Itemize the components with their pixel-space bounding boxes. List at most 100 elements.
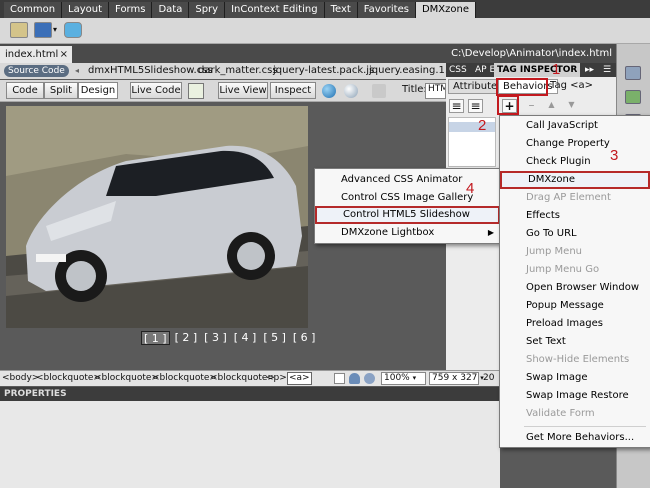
related-file[interactable]: jquery-latest.pack.js (273, 63, 374, 79)
menu-item-set-text[interactable]: Set Text (500, 333, 650, 351)
tag-selector-blockquote[interactable]: <blockquote> (36, 371, 101, 386)
tag-selector-body[interactable]: <body> (2, 371, 39, 386)
live-code-button[interactable]: Live Code (130, 82, 182, 99)
inspect-button[interactable]: Inspect (270, 82, 316, 99)
insert-tab-layout[interactable]: Layout (62, 2, 110, 18)
insert-tab-favorites[interactable]: Favorites (357, 2, 416, 18)
title-input[interactable]: HTML (425, 83, 446, 99)
behaviors-menu: Call JavaScript Change Property Check Pl… (499, 115, 650, 448)
pager-item[interactable]: [ 2 ] (173, 331, 200, 345)
insert-tab-spry[interactable]: Spry (189, 2, 226, 18)
annotation-box-add-button (497, 95, 519, 115)
menu-item-preload-images[interactable]: Preload Images (500, 315, 650, 333)
panel-icon[interactable] (625, 90, 641, 104)
preview-browser-icon[interactable] (322, 84, 336, 98)
menu-item-effects[interactable]: Effects (500, 207, 650, 225)
refresh-icon[interactable] (344, 84, 358, 98)
properties-header[interactable]: PROPERTIES (0, 387, 500, 401)
tag-selector-a[interactable]: <a> (287, 372, 312, 385)
insert-bar: ▾ (0, 18, 650, 44)
dropdown-arrow-icon[interactable]: ▾ (53, 25, 57, 34)
annotation-box-behaviors (496, 78, 548, 96)
menu-item-open-browser-window[interactable]: Open Browser Window (500, 279, 650, 297)
panel-menu-icon[interactable]: ☰ (600, 63, 614, 77)
insert-tab-dmxzone[interactable]: DMXzone (415, 2, 477, 18)
show-set-events-icon[interactable]: ≡ (449, 99, 464, 113)
related-file[interactable]: dark_matter.css (198, 63, 278, 79)
tag-selector-blockquote[interactable]: <blockquote> (94, 371, 159, 386)
tag-selector-p[interactable]: <p> (266, 371, 287, 386)
panel-icon[interactable] (625, 66, 641, 80)
tab-tag-inspector[interactable]: TAG INSPECTOR (494, 63, 581, 77)
document-tab-index[interactable]: index.html × (0, 46, 72, 63)
menu-item-jump-menu-go: Jump Menu Go (526, 264, 600, 275)
menu-item-popup-message[interactable]: Popup Message (500, 297, 650, 315)
document-tab-bar: index.html × (0, 44, 446, 63)
pager-item[interactable]: [ 4 ] (232, 331, 259, 345)
pager-item[interactable]: [ 5 ] (261, 331, 288, 345)
menu-item-control-html5-slideshow[interactable]: Control HTML5 Slideshow (315, 206, 500, 224)
insert-tab-incontext-editing[interactable]: InContext Editing (225, 2, 325, 18)
scroll-left-icon[interactable]: ◂ (75, 63, 79, 79)
title-label: Title: (402, 84, 427, 95)
design-view-button[interactable]: Design (78, 82, 118, 99)
pager-item[interactable]: [ 3 ] (202, 331, 229, 345)
behavior-row-selected[interactable] (449, 122, 495, 132)
menu-item-call-javascript[interactable]: Call JavaScript (500, 117, 650, 135)
menu-item-change-property[interactable]: Change Property (500, 135, 650, 153)
show-all-events-icon[interactable]: ≡ (468, 99, 483, 113)
download-size: 20 (483, 373, 495, 383)
visual-aids-icon[interactable] (372, 84, 386, 98)
insert-slideshow-icon[interactable] (34, 22, 52, 38)
check-page-icon[interactable] (188, 83, 204, 99)
annotation-number: 2 (478, 117, 487, 134)
related-file[interactable]: dmxHTML5Slideshow.css (88, 63, 213, 79)
tag-name-label: Tag <a> (550, 80, 593, 91)
move-down-button[interactable]: ▼ (564, 99, 579, 113)
tab-css[interactable]: CSS (446, 63, 470, 77)
split-view-button[interactable]: Split (44, 82, 78, 99)
panel-collapse-icon[interactable]: ▸▸ (582, 63, 597, 77)
menu-item-jump-menu: Jump Menu (526, 246, 583, 257)
menu-item-get-more-behaviors[interactable]: Get More Behaviors... (500, 429, 650, 447)
move-up-button[interactable]: ▲ (544, 99, 559, 113)
insert-animator-icon[interactable] (10, 22, 28, 38)
menu-item-swap-image[interactable]: Swap Image (500, 369, 650, 387)
slideshow-image (6, 106, 308, 328)
pager-item[interactable]: [ 1 ] (141, 331, 170, 345)
menu-separator (524, 426, 646, 427)
window-size-select[interactable]: 759 x 327 ▾ (429, 372, 484, 385)
close-icon[interactable]: × (60, 46, 68, 63)
menu-item-drag-ap-element: Drag AP Element (526, 192, 611, 203)
select-tool-icon[interactable] (334, 373, 345, 384)
zoom-select[interactable]: 100% ▾ (381, 372, 426, 385)
menu-item-swap-image-restore[interactable]: Swap Image Restore (500, 387, 650, 405)
document-toolbar: Code Split Design Live Code Live View In… (0, 80, 446, 102)
pager-item[interactable]: [ 6 ] (291, 331, 318, 345)
slideshow-pager: [ 1 ] [ 2 ] [ 3 ] [ 4 ] [ 5 ] [ 6 ] (141, 331, 317, 345)
insert-tab-forms[interactable]: Forms (109, 2, 153, 18)
tag-selector-blockquote[interactable]: <blockquote> (152, 371, 217, 386)
code-view-button[interactable]: Code (6, 82, 44, 99)
remove-behavior-button[interactable]: – (524, 99, 539, 113)
insert-tab-text[interactable]: Text (324, 2, 358, 18)
menu-item-dmxzone-lightbox[interactable]: DMXzone Lightbox ▶ (315, 224, 500, 242)
document-path: C:\Develop\Animator\index.html (446, 44, 616, 63)
menu-item-go-to-url[interactable]: Go To URL (500, 225, 650, 243)
insert-tab-data[interactable]: Data (152, 2, 190, 18)
menu-item-validate-form: Validate Form (526, 408, 595, 419)
insert-tab-common[interactable]: Common (4, 2, 63, 18)
zoom-tool-icon[interactable] (364, 373, 375, 384)
properties-panel (0, 401, 500, 488)
menu-item-check-plugin[interactable]: Check Plugin (500, 153, 650, 171)
related-file[interactable]: jquery.easing.1.3.js (369, 63, 446, 79)
live-view-button[interactable]: Live View (218, 82, 268, 99)
related-files-bar: Source Code ◂ dmxHTML5Slideshow.css dark… (0, 63, 446, 79)
annotation-number: 3 (610, 147, 619, 164)
insert-lightbox-icon[interactable] (64, 22, 82, 38)
behaviors-list[interactable] (448, 117, 496, 167)
menu-item-dmxzone[interactable]: DMXzone (500, 171, 650, 189)
source-code-button[interactable]: Source Code (4, 65, 69, 77)
hand-tool-icon[interactable] (349, 373, 360, 384)
window-size-value: 759 x 327 (432, 373, 478, 383)
